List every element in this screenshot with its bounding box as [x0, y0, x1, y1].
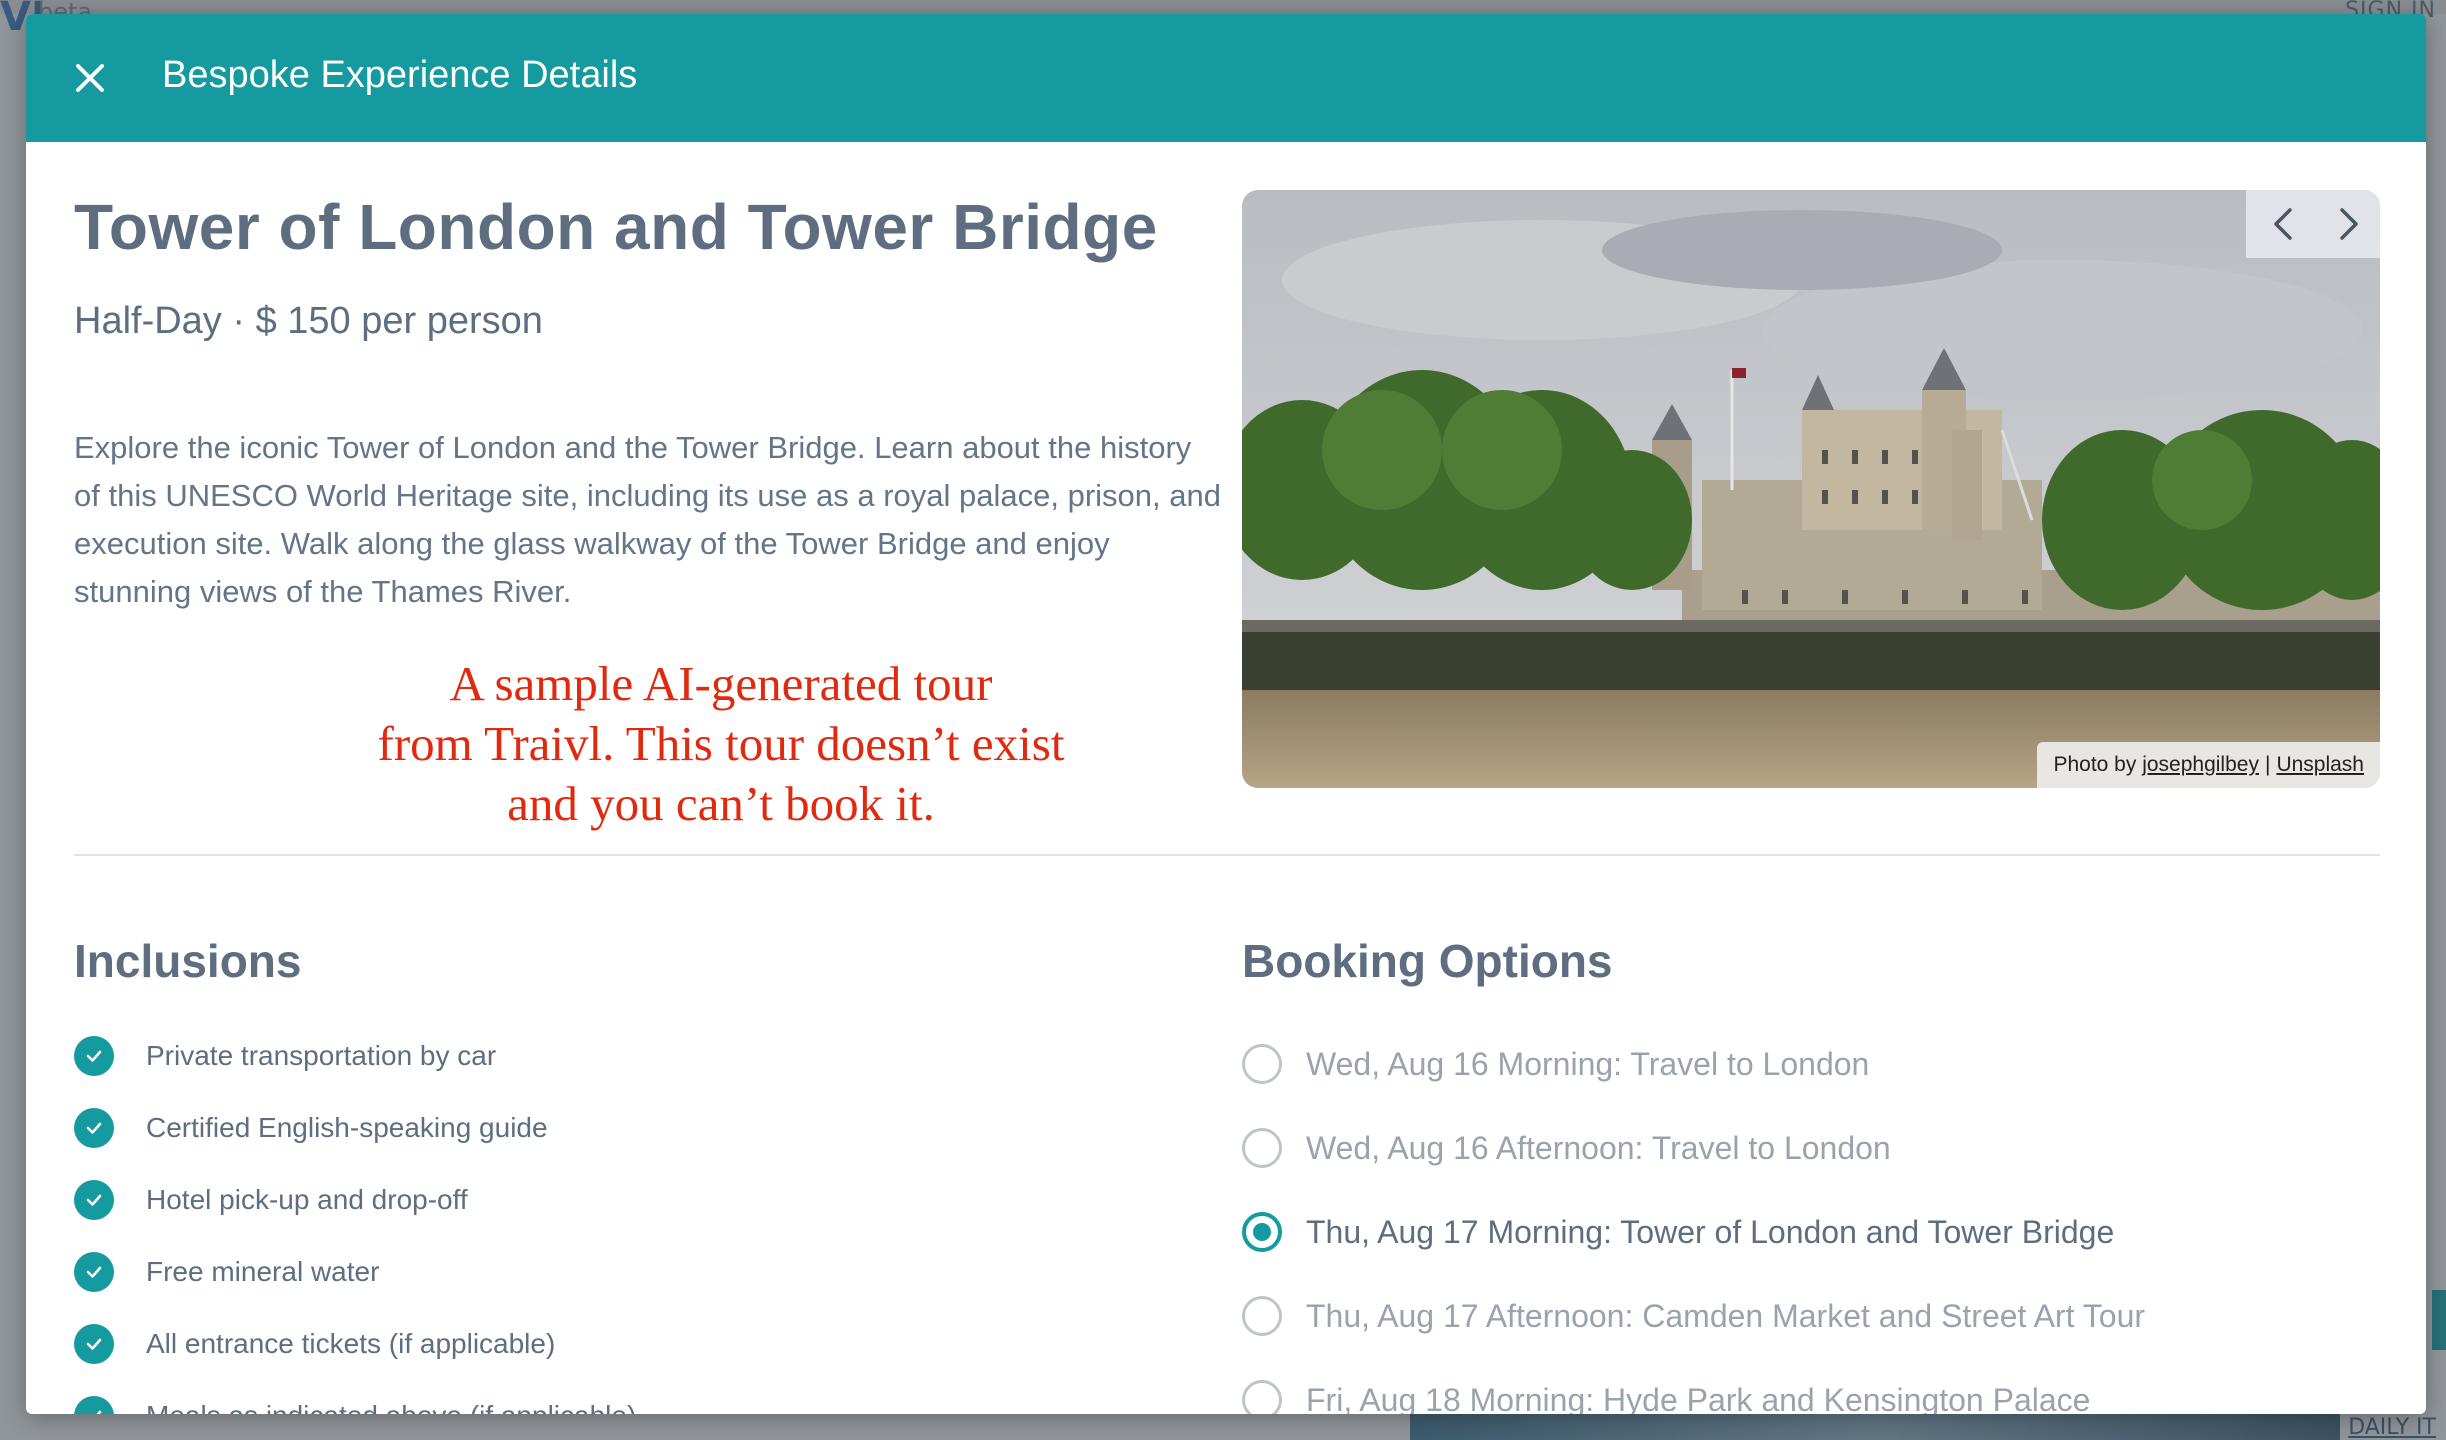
disclaimer-line: and you can’t book it.: [507, 776, 935, 831]
inclusion-item: Certified English-speaking guide: [74, 1092, 636, 1164]
previous-photo-button[interactable]: [2264, 204, 2304, 244]
radio-unselected[interactable]: [1242, 1128, 1282, 1168]
disclaimer-line: A sample AI-generated tour: [449, 656, 993, 711]
booking-option[interactable]: Thu, Aug 17 Afternoon: Camden Market and…: [1242, 1274, 2145, 1358]
inclusion-item: All entrance tickets (if applicable): [74, 1308, 636, 1380]
photo-nav: [2246, 190, 2380, 258]
booking-options-list: Wed, Aug 16 Morning: Travel to London Wed…: [1242, 1022, 2145, 1414]
credit-source-link[interactable]: Unsplash: [2276, 753, 2364, 776]
experience-title: Tower of London and Tower Bridge: [74, 191, 1158, 263]
inclusion-label: Certified English-speaking guide: [146, 1112, 548, 1143]
radio-unselected[interactable]: [1242, 1296, 1282, 1336]
inclusion-label: Meals as indicated above (if applicable): [146, 1400, 636, 1414]
chevron-left-icon: [2274, 208, 2292, 240]
disclaimer-line: from Traivl. This tour doesn’t exist: [377, 716, 1065, 771]
radio-unselected[interactable]: [1242, 1380, 1282, 1414]
booking-options-heading: Booking Options: [1242, 935, 1613, 987]
radio-selected[interactable]: [1242, 1212, 1282, 1252]
disclaimer-note: A sample AI-generated tour from Traivl. …: [296, 654, 1146, 834]
check-icon: [74, 1180, 114, 1220]
chevron-right-icon: [2340, 208, 2358, 240]
inclusion-item: Meals as indicated above (if applicable): [74, 1380, 636, 1414]
inclusions-heading: Inclusions: [74, 935, 302, 987]
inclusion-label: Hotel pick-up and drop-off: [146, 1184, 468, 1215]
booking-option[interactable]: Fri, Aug 18 Morning: Hyde Park and Kensi…: [1242, 1358, 2145, 1414]
experience-modal: Bespoke Experience Details Tower of Lond…: [26, 14, 2426, 1414]
section-divider: [74, 854, 2380, 856]
credit-prefix: Photo by: [2053, 753, 2137, 776]
inclusion-item: Free mineral water: [74, 1236, 636, 1308]
booking-option-label: Thu, Aug 17 Afternoon: Camden Market and…: [1306, 1297, 2146, 1334]
experience-description: Explore the iconic Tower of London and t…: [74, 430, 1221, 609]
check-icon: [74, 1396, 114, 1414]
experience-photo: Photo by josephgilbey | Unsplash: [1242, 190, 2380, 788]
check-icon: [74, 1252, 114, 1292]
modal-title: Bespoke Experience Details: [162, 54, 638, 96]
close-icon: [76, 64, 104, 92]
next-photo-button[interactable]: [2328, 204, 2368, 244]
inclusion-label: Free mineral water: [146, 1256, 380, 1287]
modal-header: Bespoke Experience Details: [26, 14, 2426, 142]
photo-credit: Photo by josephgilbey | Unsplash: [2037, 742, 2380, 788]
check-icon: [74, 1324, 114, 1364]
booking-option-label: Fri, Aug 18 Morning: Hyde Park and Kensi…: [1306, 1381, 2091, 1415]
radio-unselected[interactable]: [1242, 1044, 1282, 1084]
tower-of-london-image: [1242, 190, 2380, 788]
inclusion-item: Private transportation by car: [74, 1020, 636, 1092]
inclusion-label: Private transportation by car: [146, 1040, 497, 1071]
inclusions-list: Private transportation by car Certified E…: [74, 1020, 636, 1414]
inclusion-label: All entrance tickets (if applicable): [146, 1328, 556, 1359]
inclusion-item: Hotel pick-up and drop-off: [74, 1164, 636, 1236]
booking-option-label: Wed, Aug 16 Afternoon: Travel to London: [1306, 1129, 1891, 1166]
credit-author-link[interactable]: josephgilbey: [2142, 753, 2259, 776]
check-icon: [74, 1108, 114, 1148]
credit-separator: |: [2264, 753, 2271, 776]
booking-option[interactable]: Thu, Aug 17 Morning: Tower of London and…: [1242, 1190, 2145, 1274]
check-icon: [74, 1036, 114, 1076]
booking-option-label: Thu, Aug 17 Morning: Tower of London and…: [1306, 1213, 2115, 1250]
experience-duration-price: Half-Day · $ 150 per person: [74, 300, 543, 342]
booking-option-label: Wed, Aug 16 Morning: Travel to London: [1306, 1045, 1870, 1082]
booking-option[interactable]: Wed, Aug 16 Morning: Travel to London: [1242, 1022, 2145, 1106]
booking-option[interactable]: Wed, Aug 16 Afternoon: Travel to London: [1242, 1106, 2145, 1190]
close-button[interactable]: [70, 58, 110, 98]
